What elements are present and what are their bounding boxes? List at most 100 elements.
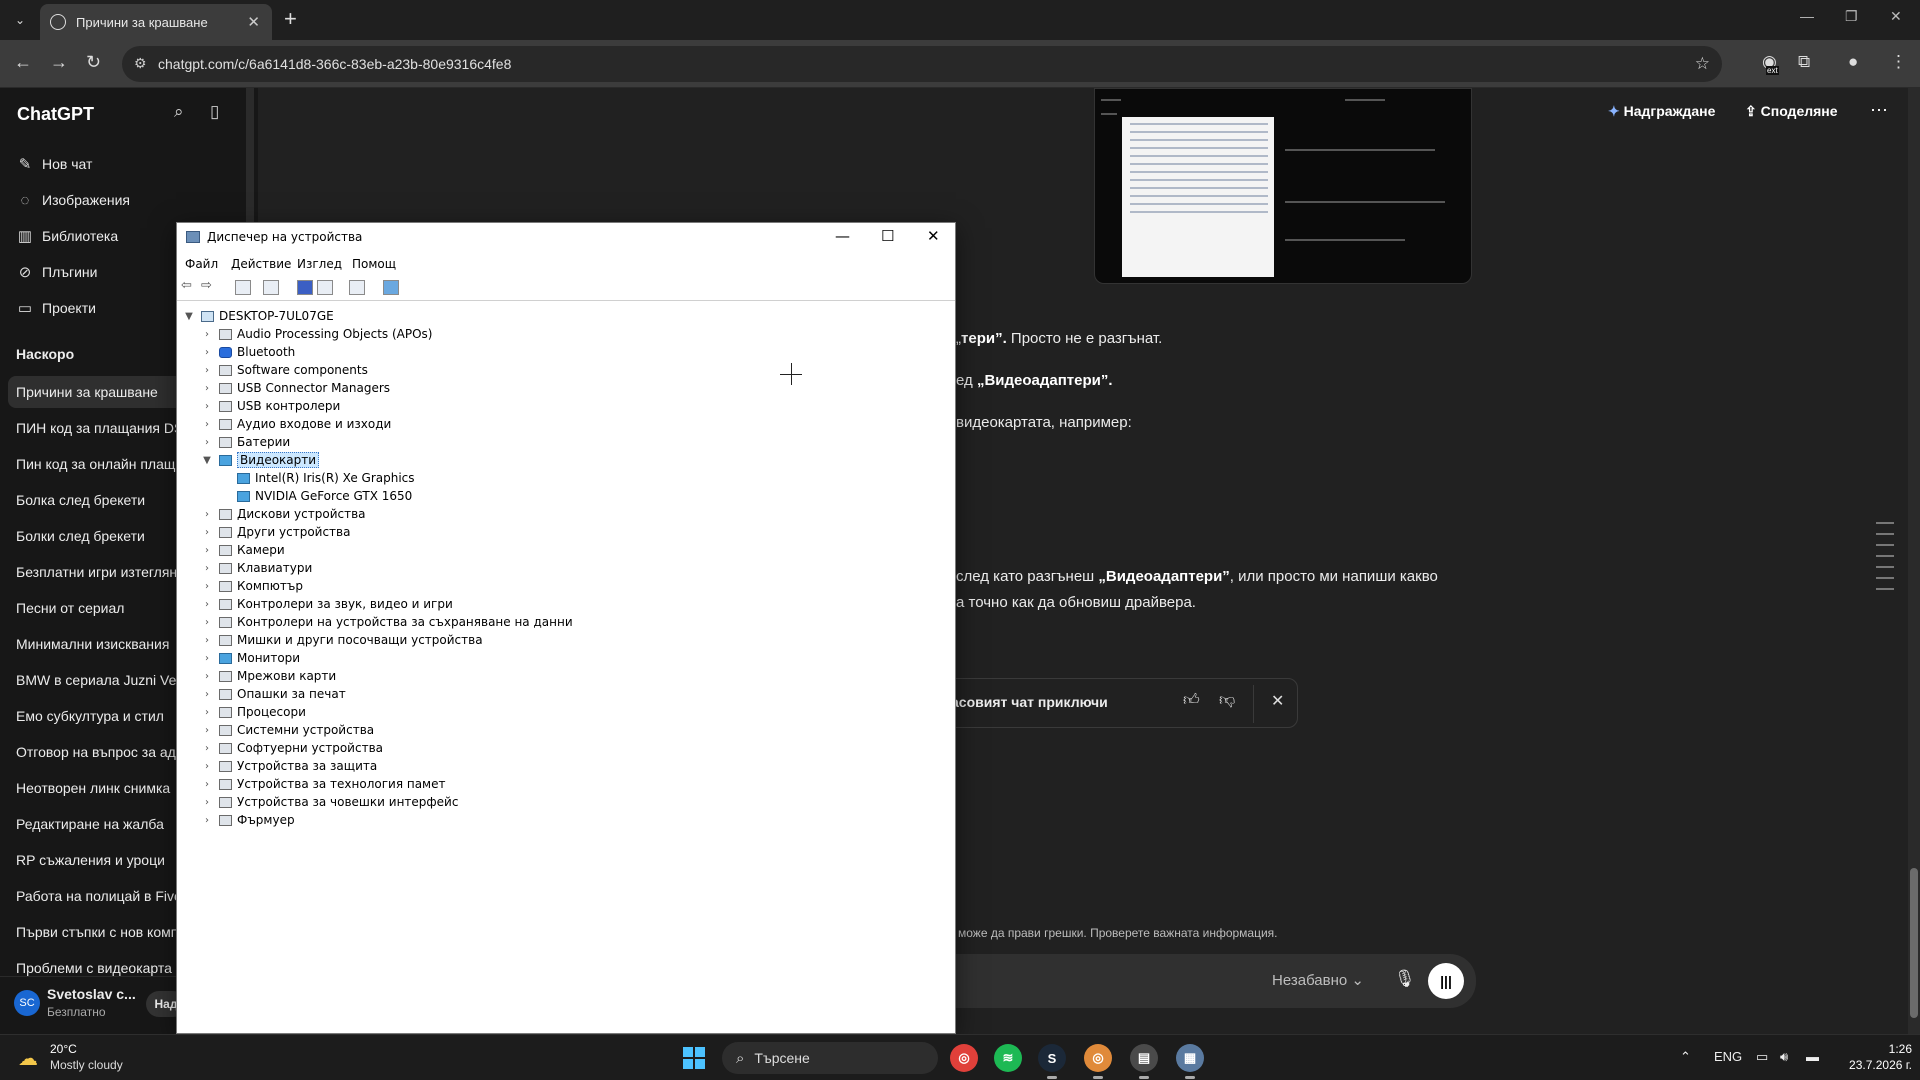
chevron-right-icon[interactable]: › — [201, 365, 213, 376]
chevron-down-icon[interactable]: ▼ — [201, 455, 213, 466]
dm-minimize-button[interactable]: — — [835, 227, 850, 245]
device-category[interactable]: › Аудио входове и изходи — [201, 415, 391, 433]
share-button[interactable]: ⇪ Споделяне — [1745, 103, 1838, 120]
device-category[interactable]: › Системни устройства — [201, 721, 374, 739]
device-category[interactable]: › USB контролери — [201, 397, 340, 415]
spotify-icon[interactable]: ≋ — [994, 1044, 1022, 1072]
device-category[interactable]: › USB Connector Managers — [201, 379, 390, 397]
chevron-right-icon[interactable]: › — [201, 599, 213, 610]
screenshot-attachment[interactable] — [1094, 88, 1472, 284]
dm-titlebar[interactable]: Диспечер на устройства — ☐ ✕ — [177, 223, 955, 253]
chevron-down-icon[interactable]: ▼ — [183, 311, 195, 322]
dm-close-button[interactable]: ✕ — [927, 227, 940, 245]
plugins-item[interactable]: ⊘ Плъгини — [16, 258, 98, 286]
weather-temp[interactable]: 20°C — [50, 1042, 77, 1056]
sidebar-toggle-icon[interactable]: ▯ — [210, 102, 219, 122]
minimize-button[interactable]: — — [1800, 8, 1814, 24]
chevron-right-icon[interactable]: › — [201, 635, 213, 646]
close-window-button[interactable]: ✕ — [1890, 8, 1902, 25]
more-options-icon[interactable]: ⋯ — [1870, 100, 1888, 121]
extensions-puzzle-icon[interactable]: ⧉ — [1798, 52, 1810, 72]
chevron-right-icon[interactable]: › — [201, 329, 213, 340]
chevron-right-icon[interactable]: › — [201, 527, 213, 538]
device-category[interactable]: ▼ Видеокарти — [201, 451, 320, 469]
chevron-right-icon[interactable]: › — [201, 779, 213, 790]
device-category[interactable]: › Батерии — [201, 433, 290, 451]
chevron-right-icon[interactable]: › — [201, 617, 213, 628]
device-category[interactable]: › Софтуерни устройства — [201, 739, 383, 757]
device-category[interactable]: › Процесори — [201, 703, 306, 721]
chevron-right-icon[interactable]: › — [201, 383, 213, 394]
chevron-right-icon[interactable]: › — [201, 797, 213, 808]
chevron-right-icon[interactable]: › — [201, 725, 213, 736]
images-item[interactable]: ◌ Изображения — [16, 186, 130, 214]
search-icon[interactable]: ⌕ — [174, 102, 184, 122]
scrollbar-thumb[interactable] — [1910, 868, 1918, 1018]
chevron-right-icon[interactable]: › — [201, 401, 213, 412]
microphone-icon[interactable]: 🎙︎ — [1394, 969, 1416, 989]
chevron-right-icon[interactable]: › — [201, 437, 213, 448]
library-item[interactable]: ▥ Библиотека — [16, 222, 118, 250]
chevron-right-icon[interactable]: › — [201, 581, 213, 592]
message-composer[interactable]: Незабавно ⌄ 🎙︎ ||| — [908, 954, 1476, 1008]
chevron-right-icon[interactable]: › — [201, 509, 213, 520]
start-button[interactable] — [683, 1047, 705, 1069]
thumbs-down-icon[interactable]: 👎︎ — [1219, 691, 1235, 710]
device-category[interactable]: › Монитори — [201, 649, 300, 667]
device-category[interactable]: › Дискови устройства — [201, 505, 366, 523]
forward-button[interactable]: → — [50, 52, 68, 73]
device-category[interactable]: › Опашки за печат — [201, 685, 346, 703]
device-category[interactable]: › Bluetooth — [201, 343, 295, 361]
device-category[interactable]: › Audio Processing Objects (APOs) — [201, 325, 432, 343]
update-driver-icon[interactable] — [349, 280, 365, 295]
menu-view[interactable]: Изглед — [297, 257, 342, 271]
chevron-right-icon[interactable]: › — [201, 545, 213, 556]
clock-date[interactable]: 23.7.2026 г. — [1832, 1058, 1912, 1072]
network-icon[interactable]: ▭ — [1756, 1049, 1768, 1065]
steam-icon[interactable]: S — [1038, 1044, 1066, 1079]
device-category[interactable]: › Software components — [201, 361, 368, 379]
chevron-right-icon[interactable]: › — [201, 689, 213, 700]
battery-icon[interactable]: ▬ — [1806, 1049, 1819, 1064]
chevron-right-icon[interactable]: › — [201, 671, 213, 682]
weather-condition[interactable]: Mostly cloudy — [50, 1058, 123, 1072]
bookmark-star-icon[interactable]: ☆ — [1695, 54, 1710, 74]
site-info-icon[interactable]: ⚙ — [134, 55, 147, 72]
device-category[interactable]: › Устройства за технология памет — [201, 775, 445, 793]
dm-maximize-button[interactable]: ☐ — [881, 227, 894, 245]
device-item[interactable]: NVIDIA GeForce GTX 1650 — [237, 487, 412, 505]
reload-button[interactable]: ↻ — [86, 52, 101, 73]
language-indicator[interactable]: ENG — [1714, 1049, 1742, 1064]
chevron-right-icon[interactable]: › — [201, 743, 213, 754]
url-bar[interactable]: ⚙ chatgpt.com/c/6a6141d8-366c-83eb-a23b-… — [122, 46, 1722, 82]
model-selector[interactable]: Незабавно ⌄ — [1272, 971, 1364, 989]
chevron-right-icon[interactable]: › — [201, 707, 213, 718]
properties-icon[interactable] — [263, 280, 279, 295]
chevron-right-icon[interactable]: › — [201, 761, 213, 772]
chrome-icon[interactable]: ◎ — [950, 1044, 978, 1072]
active-tab[interactable]: Причини за крашване ✕ — [40, 4, 272, 40]
chevron-right-icon[interactable]: › — [201, 347, 213, 358]
main-scrollbar[interactable] — [1908, 88, 1920, 1034]
device-category[interactable]: › Мишки и други посочващи устройства — [201, 631, 483, 649]
tab-search-button[interactable]: ⌄ — [8, 8, 32, 32]
device-category[interactable]: › Други устройства — [201, 523, 350, 541]
chatgpt-logo[interactable]: ChatGPT — [17, 104, 94, 125]
tree-root[interactable]: ▼ DESKTOP-7UL07GE — [183, 307, 334, 325]
tab-close-icon[interactable]: ✕ — [247, 13, 260, 31]
close-icon[interactable]: ✕ — [1271, 691, 1284, 711]
new-tab-button[interactable]: + — [284, 6, 297, 32]
menu-file[interactable]: Файл — [185, 257, 218, 271]
chevron-right-icon[interactable]: › — [201, 563, 213, 574]
taskbar-search[interactable]: ⌕ Търсене — [722, 1042, 938, 1074]
device-item[interactable]: Intel(R) Iris(R) Xe Graphics — [237, 469, 415, 487]
message-navigator[interactable] — [1876, 522, 1894, 599]
chevron-up-icon[interactable]: ⌃ — [1680, 1049, 1691, 1065]
voice-mode-button[interactable]: ||| — [1428, 963, 1464, 999]
scan-hardware-icon[interactable] — [383, 280, 399, 295]
chevron-right-icon[interactable]: › — [201, 419, 213, 430]
back-arrow-icon[interactable]: ⇦ — [181, 278, 197, 293]
weather-icon[interactable]: ☁ — [18, 1046, 38, 1071]
profile-icon[interactable]: ● — [1848, 52, 1858, 72]
menu-help[interactable]: Помощ — [352, 257, 396, 271]
